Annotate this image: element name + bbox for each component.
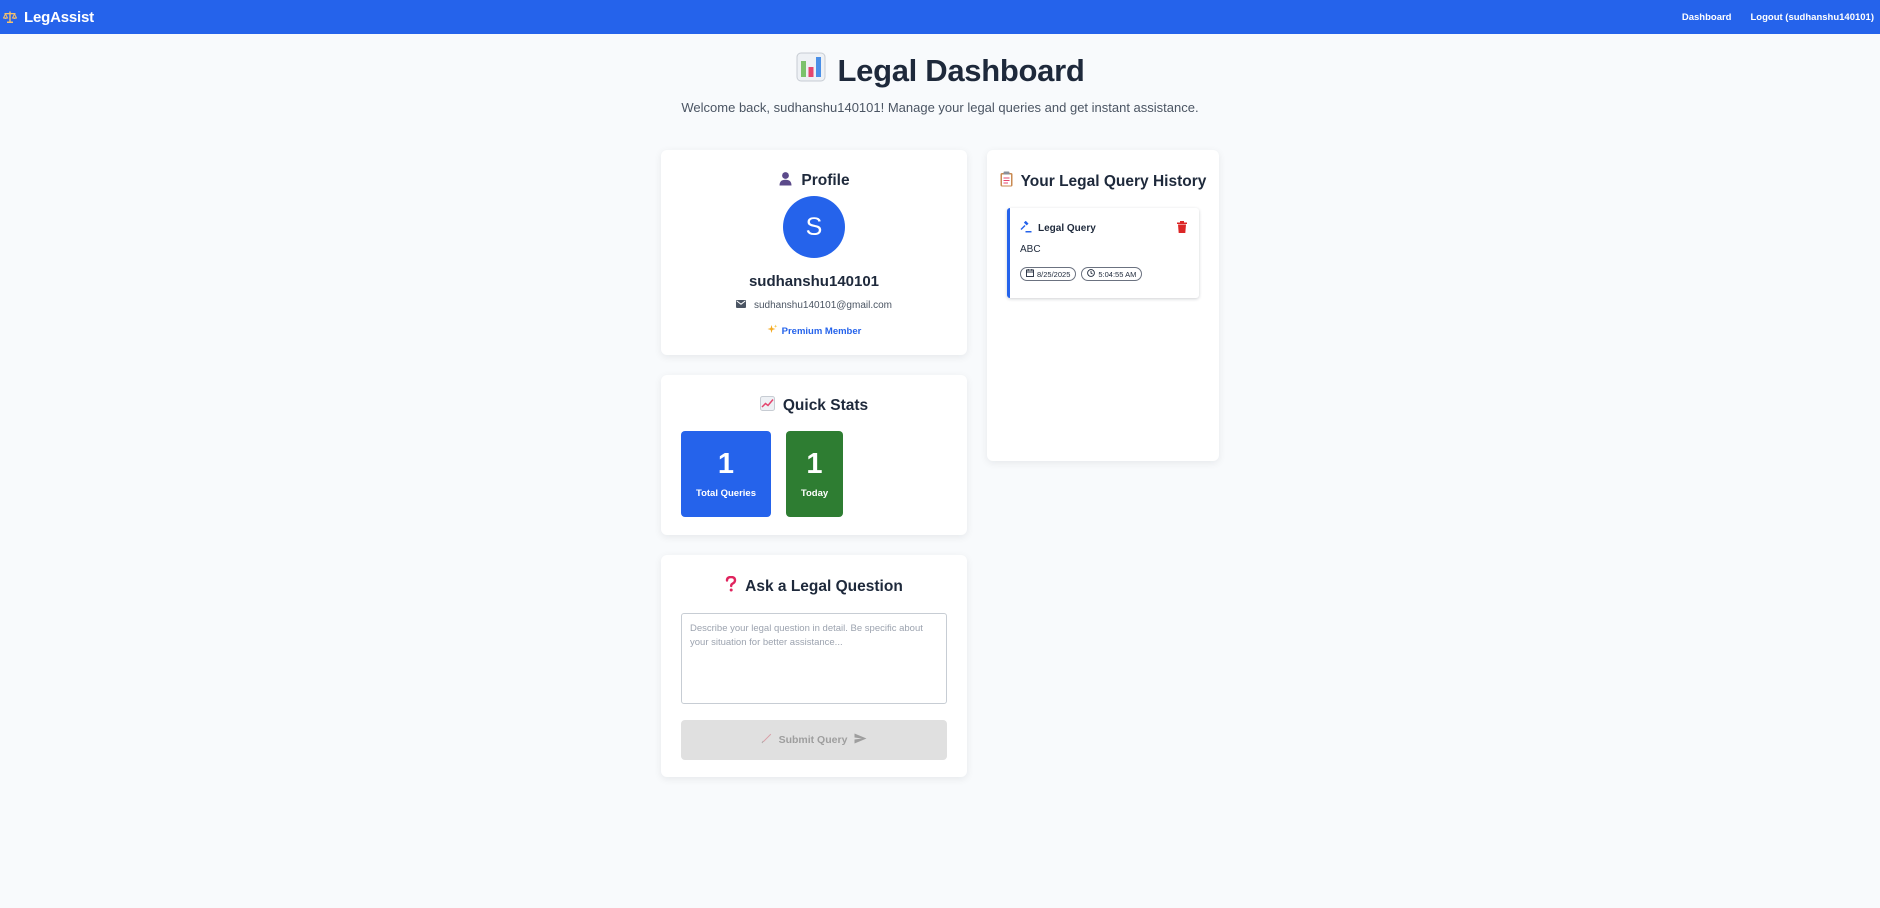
ask-question-title: Ask a Legal Question — [661, 575, 967, 597]
total-queries-stat: 1 Total Queries — [681, 431, 771, 517]
clipboard-icon — [1000, 171, 1013, 192]
bar-chart-icon — [796, 52, 826, 90]
ask-question-card: Ask a Legal Question Submit Query — [661, 555, 967, 777]
quick-stats-card: Quick Stats 1 Total Queries 1 Today — [661, 375, 967, 535]
brand[interactable]: LegAssist — [3, 9, 94, 26]
question-mark-icon — [725, 575, 737, 597]
history-item-header: Legal Query — [1020, 220, 1096, 236]
today-value: 1 — [806, 447, 823, 480]
membership-label: Premium Member — [781, 325, 862, 337]
welcome-subtitle: Welcome back, sudhanshu140101! Manage yo… — [681, 100, 1199, 115]
profile-email: sudhanshu140101@gmail.com — [753, 300, 893, 311]
time-chip: 5:04:55 AM — [1081, 267, 1143, 281]
brand-name: LegAssist — [24, 8, 94, 26]
stats-row: 1 Total Queries 1 Today — [681, 431, 967, 517]
today-label: Today — [800, 487, 829, 499]
query-history-card: Your Legal Query History Legal Query ABC — [987, 150, 1219, 461]
nav-links: Dashboard Logout (sudhanshu140101) — [1682, 12, 1874, 23]
history-item-time: 5:04:55 AM — [1098, 269, 1137, 279]
profile-title-text: Profile — [801, 172, 850, 189]
scales-icon — [3, 10, 17, 24]
history-item-title: Legal Query — [1038, 223, 1096, 234]
today-stat: 1 Today — [786, 431, 843, 517]
quick-stats-title: Quick Stats — [661, 396, 967, 416]
avatar: S — [783, 196, 845, 258]
quick-stats-title-text: Quick Stats — [782, 397, 869, 414]
question-textarea[interactable] — [681, 613, 947, 704]
page-title: Legal Dashboard — [796, 52, 1085, 90]
sparkles-icon — [767, 324, 778, 338]
history-item-text: ABC — [1020, 244, 1041, 255]
profile-title: Profile — [661, 171, 967, 191]
nav-dashboard-link[interactable]: Dashboard — [1682, 12, 1732, 23]
clock-icon — [1087, 269, 1096, 279]
date-chip: 8/25/2025 — [1020, 267, 1077, 281]
page-title-text: Legal Dashboard — [837, 53, 1085, 88]
send-icon — [854, 733, 867, 747]
query-history-title: Your Legal Query History — [987, 171, 1219, 192]
gavel-icon — [1020, 220, 1032, 236]
mail-icon — [735, 300, 746, 311]
history-item-date: 8/25/2025 — [1037, 269, 1071, 279]
profile-username: sudhanshu140101 — [748, 273, 880, 290]
trash-icon[interactable] — [1177, 220, 1187, 238]
history-item[interactable]: Legal Query ABC 8/25/2025 5:04:55 AM — [1007, 208, 1199, 298]
trending-chart-icon — [759, 396, 775, 416]
submit-query-button[interactable]: Submit Query — [681, 720, 947, 760]
profile-card: Profile S sudhanshu140101 sudhanshu14010… — [661, 150, 967, 355]
page-header: Legal Dashboard Welcome back, sudhanshu1… — [0, 52, 1880, 115]
person-icon — [778, 171, 793, 191]
calendar-icon — [1026, 269, 1034, 279]
total-queries-label: Total Queries — [695, 487, 756, 499]
nav-logout-link[interactable]: Logout (sudhanshu140101) — [1750, 12, 1874, 23]
pen-icon — [761, 733, 772, 747]
total-queries-value: 1 — [717, 447, 735, 480]
membership-badge: Premium Member — [661, 324, 967, 338]
submit-query-label: Submit Query — [778, 734, 848, 746]
history-item-meta: 8/25/2025 5:04:55 AM — [1020, 267, 1143, 281]
profile-email-row: sudhanshu140101@gmail.com — [661, 300, 967, 311]
top-navbar: LegAssist Dashboard Logout (sudhanshu140… — [0, 0, 1880, 34]
query-history-title-text: Your Legal Query History — [1020, 172, 1207, 190]
ask-question-title-text: Ask a Legal Question — [745, 577, 903, 595]
